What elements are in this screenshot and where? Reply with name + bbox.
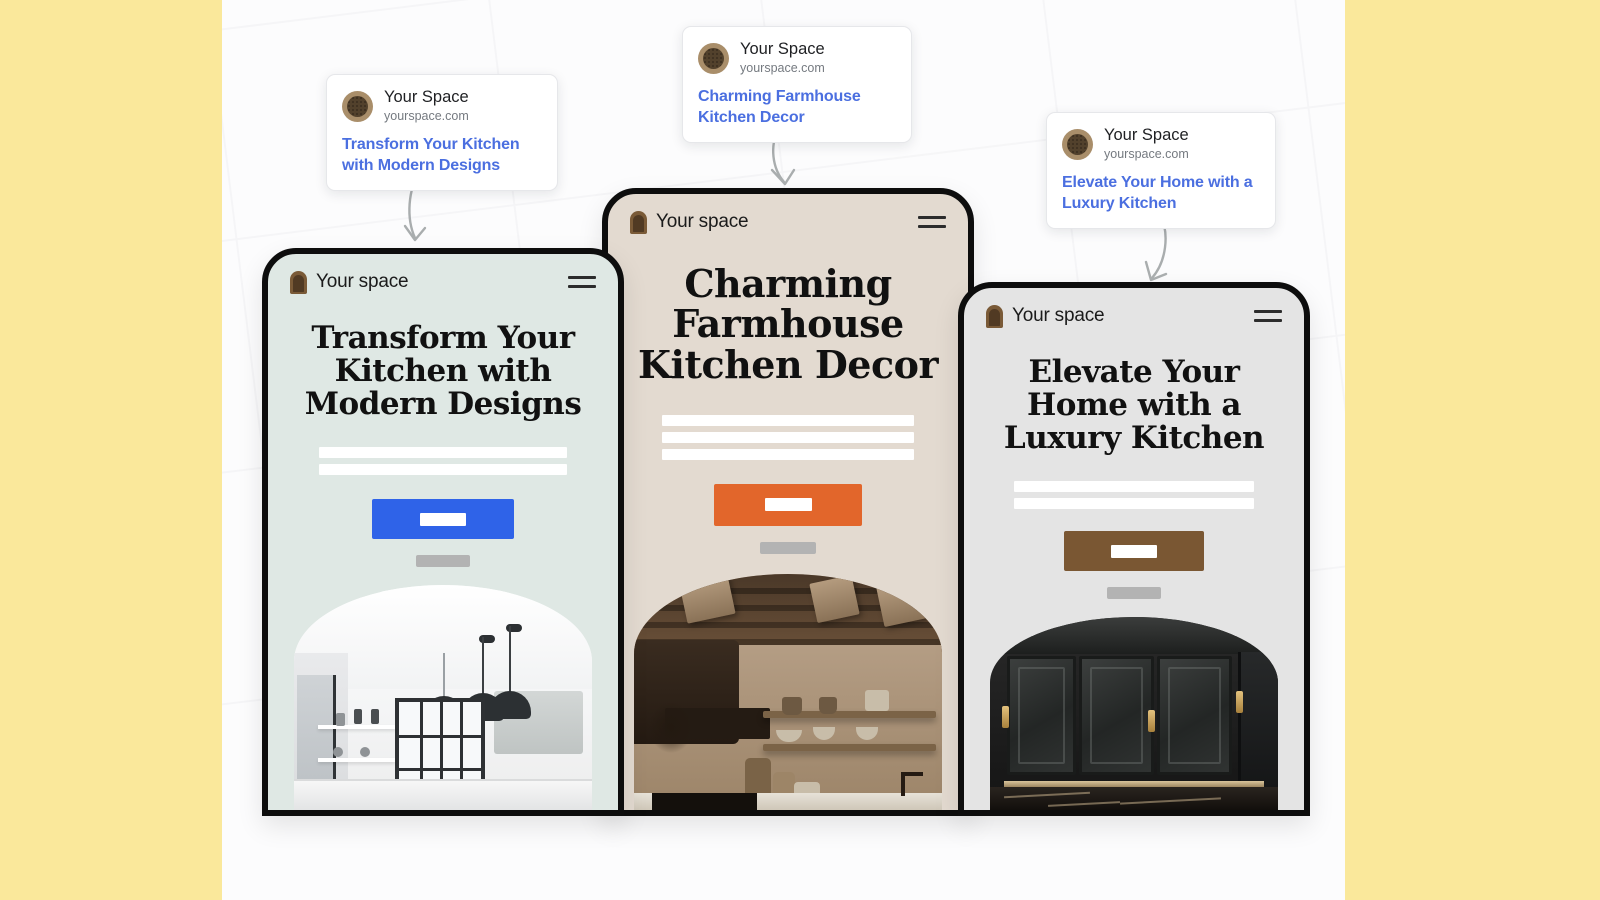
hamburger-menu-icon[interactable] <box>918 216 946 228</box>
phone-modern-topbar: Your space <box>268 254 618 310</box>
phone-luxury-brand[interactable]: Your space <box>986 304 1105 328</box>
callout-charming-account-url: yourspace.com <box>740 60 825 75</box>
phone-luxury-brand-label: Your space <box>1012 305 1105 326</box>
phone-farmhouse-text-placeholder <box>634 414 942 460</box>
callout-card-elevate[interactable]: Your Space yourspace.com Elevate Your Ho… <box>1046 112 1276 230</box>
arch-logo-icon <box>986 304 1003 328</box>
phone-luxury-headline: Elevate Your Home with a Luxury Kitchen <box>1003 354 1265 457</box>
phone-mockup-farmhouse[interactable]: Your space Charming Farmhouse Kitchen De… <box>602 188 974 816</box>
callout-elevate-headline[interactable]: Elevate Your Home with a Luxury Kitchen <box>1062 173 1260 215</box>
callout-charming-account-name: Your Space <box>740 40 825 58</box>
callout-card-transform[interactable]: Your Space yourspace.com Transform Your … <box>326 74 558 192</box>
phone-luxury-hero-image <box>990 617 1278 810</box>
hamburger-menu-icon[interactable] <box>1254 310 1282 322</box>
phone-modern-brand[interactable]: Your space <box>290 270 409 294</box>
phone-luxury-topbar: Your space <box>964 288 1304 344</box>
phone-farmhouse-topbar: Your space <box>608 194 968 250</box>
phone-modern-hero-image <box>294 585 592 810</box>
phone-farmhouse-cta-button[interactable] <box>714 483 862 526</box>
phone-modern-text-placeholder <box>294 447 592 476</box>
phone-farmhouse-headline: Charming Farmhouse Kitchen Decor <box>638 261 938 387</box>
phone-mockup-modern[interactable]: Your space Transform Your Kitchen with M… <box>262 248 624 816</box>
callout-transform-account-url: yourspace.com <box>384 108 469 123</box>
profile-avatar-icon <box>1062 128 1093 160</box>
profile-avatar-icon <box>342 90 373 122</box>
arch-logo-icon <box>290 270 307 294</box>
phone-farmhouse-hero-image <box>634 573 942 810</box>
phone-luxury-secondary-chip <box>1107 587 1161 600</box>
arch-logo-icon <box>630 210 647 234</box>
callout-elevate-account-url: yourspace.com <box>1104 146 1189 161</box>
phone-farmhouse-brand-label: Your space <box>656 211 749 232</box>
phone-modern-headline: Transform Your Kitchen with Modern Desig… <box>304 320 582 423</box>
callout-transform-account-name: Your Space <box>384 88 469 106</box>
profile-avatar-icon <box>698 42 729 74</box>
callout-charming-headline[interactable]: Charming Farmhouse Kitchen Decor <box>698 87 896 129</box>
callout-elevate-account-name: Your Space <box>1104 126 1189 144</box>
canvas-bottom-band <box>222 816 1345 900</box>
callout-card-charming[interactable]: Your Space yourspace.com Charming Farmho… <box>682 26 912 144</box>
hamburger-menu-icon[interactable] <box>568 276 596 288</box>
phone-modern-secondary-chip <box>416 555 470 568</box>
phone-farmhouse-brand[interactable]: Your space <box>630 210 749 234</box>
phone-luxury-text-placeholder <box>990 481 1278 510</box>
phone-farmhouse-secondary-chip <box>760 541 816 554</box>
phone-modern-brand-label: Your space <box>316 271 409 292</box>
phone-luxury-cta-button[interactable] <box>1064 531 1204 572</box>
phone-modern-cta-button[interactable] <box>372 499 514 540</box>
callout-transform-headline[interactable]: Transform Your Kitchen with Modern Desig… <box>342 135 542 177</box>
phone-mockup-luxury[interactable]: Your space Elevate Your Home with a Luxu… <box>958 282 1310 816</box>
screenshot-stage: Your space Charming Farmhouse Kitchen De… <box>0 0 1600 900</box>
